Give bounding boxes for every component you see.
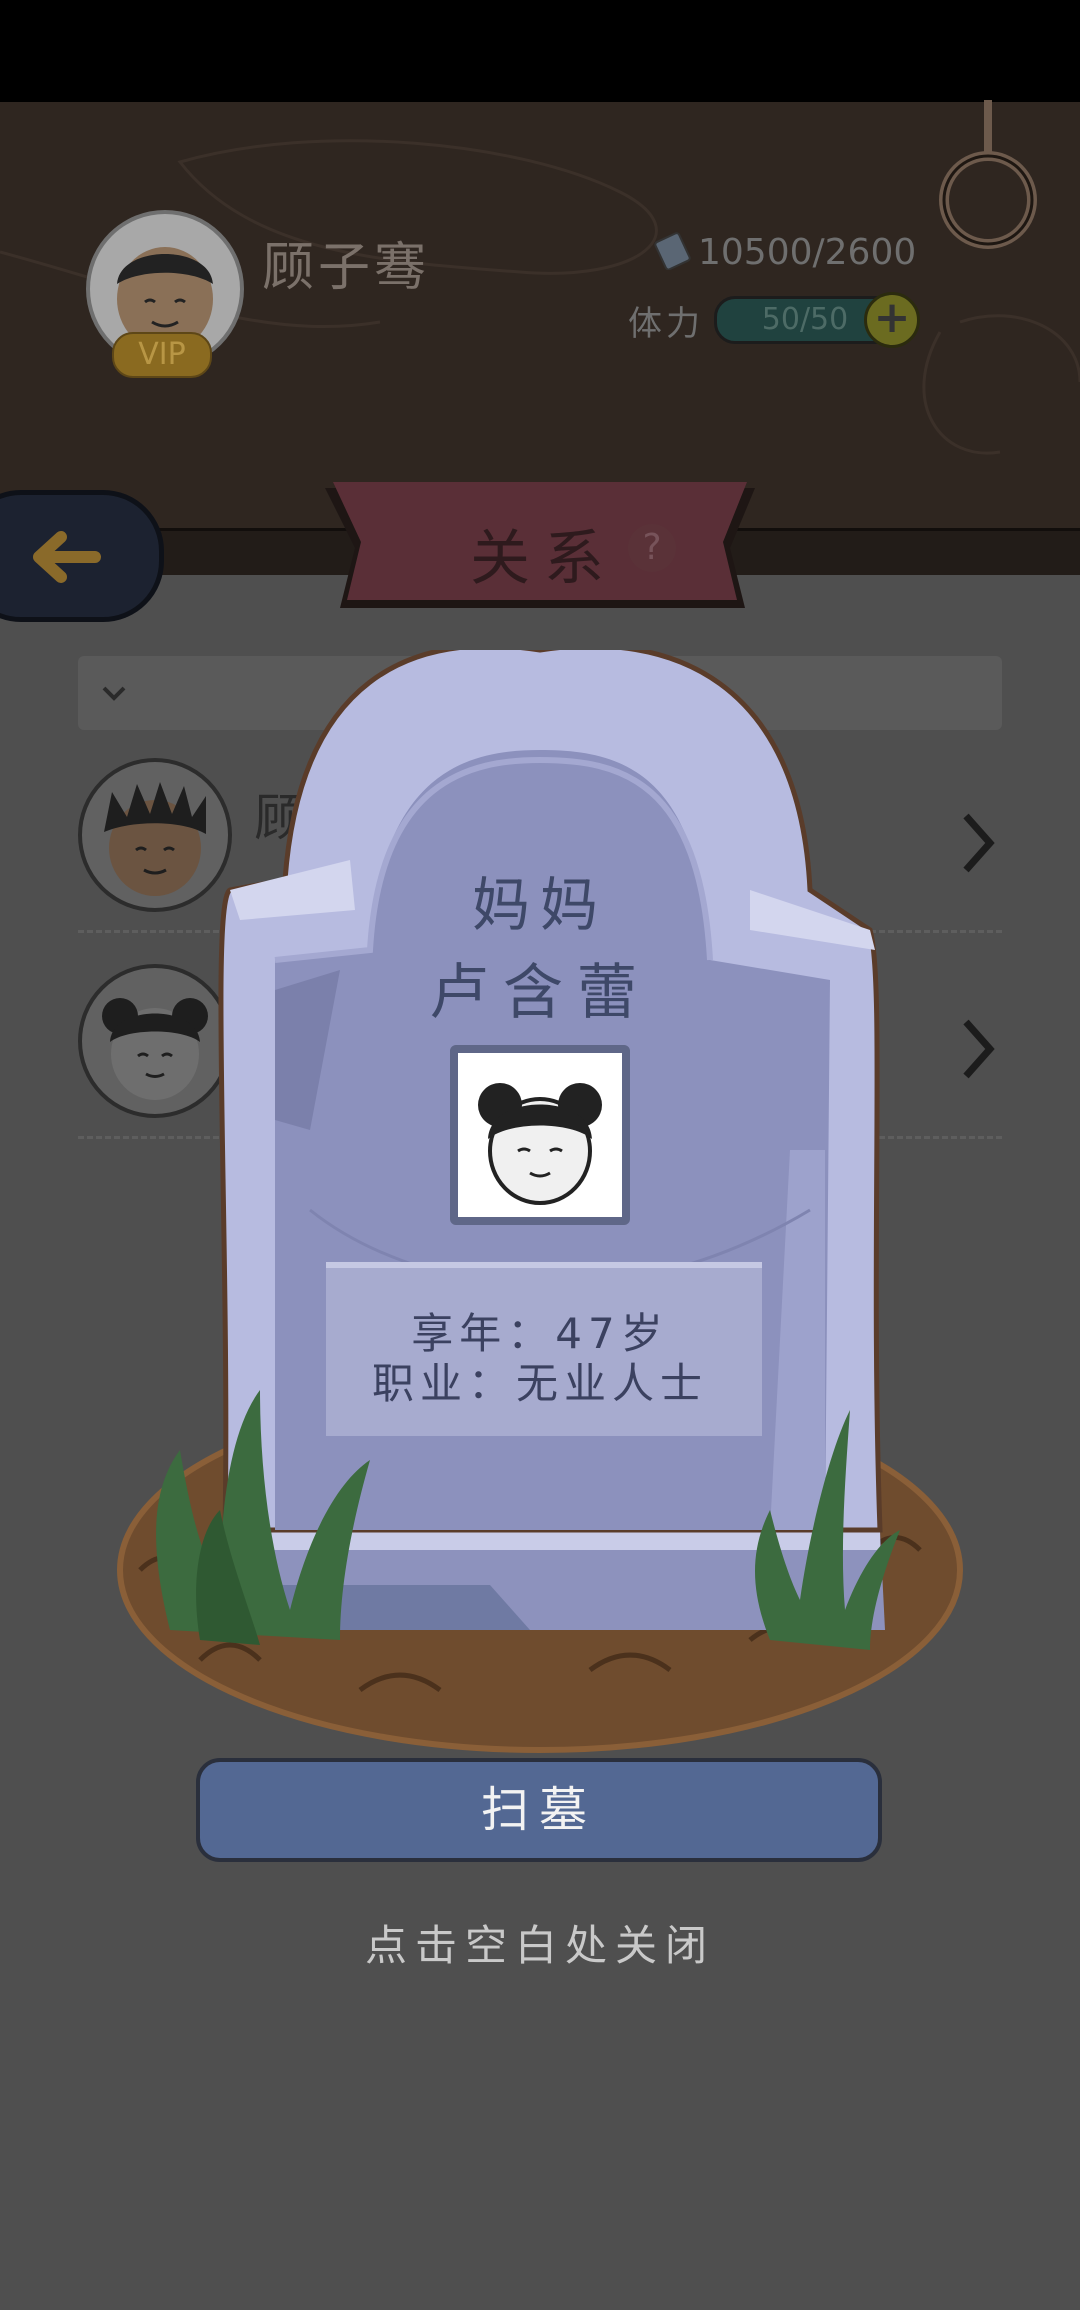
help-icon[interactable]: ? [628, 524, 676, 572]
back-arrow-icon [33, 531, 101, 583]
back-button[interactable] [0, 490, 164, 622]
deceased-portrait [450, 1045, 630, 1225]
relation-label: 妈妈 [471, 871, 608, 939]
player-name: 顾子骞 [262, 238, 431, 298]
sweep-tomb-button[interactable]: 扫墓 [196, 1758, 882, 1862]
money-value: 10500/2600 [698, 232, 917, 273]
add-stamina-button[interactable]: + [864, 292, 920, 348]
deceased-name: 卢含蕾 [429, 958, 651, 1028]
vip-badge: VIP [112, 332, 212, 378]
close-hint[interactable]: 点击空白处关闭 [0, 1912, 1080, 1973]
money-icon [654, 232, 691, 270]
page-title: 关系 [470, 524, 618, 594]
status-bar [0, 0, 1080, 102]
hanging-ring-icon[interactable] [938, 100, 1038, 250]
stamina-label: 体力 [628, 304, 704, 344]
occupation-text: 职业：无业人士 [371, 1359, 708, 1408]
